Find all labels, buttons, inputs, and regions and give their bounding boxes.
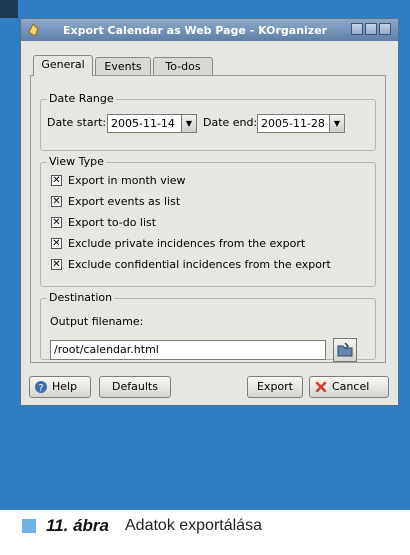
tab-events-label: Events xyxy=(104,60,142,73)
option-label: Exclude confidential incidences from the… xyxy=(68,258,331,271)
checkbox[interactable]: ✕ xyxy=(51,217,62,228)
option-label: Exclude private incidences from the expo… xyxy=(68,237,306,250)
defaults-label: Defaults xyxy=(112,380,158,393)
destination-legend: Destination xyxy=(47,291,115,304)
defaults-button[interactable]: Defaults xyxy=(99,376,171,398)
cancel-icon xyxy=(315,381,327,393)
maximize-icon[interactable] xyxy=(365,23,377,35)
date-range-group: Date Range Date start: 2005-11-14 ▼ Date… xyxy=(40,92,376,151)
window-title: Export Calendar as Web Page - KOrganizer xyxy=(63,24,328,37)
export-button[interactable]: Export xyxy=(247,376,303,398)
tab-general-label: General xyxy=(41,58,85,71)
korganizer-icon xyxy=(28,23,39,37)
output-filename-label: Output filename: xyxy=(50,315,144,328)
help-icon: ? xyxy=(35,381,47,394)
destination-group: Destination Output filename: /root/calen… xyxy=(40,291,376,362)
chevron-down-icon[interactable]: ▼ xyxy=(181,115,196,132)
view-type-group: View Type ✕ Export in month view ✕ Expor… xyxy=(40,155,376,287)
cancel-button[interactable]: Cancel xyxy=(309,376,389,398)
tab-todos[interactable]: To-dos xyxy=(153,57,213,75)
option-label: Export in month view xyxy=(68,174,186,187)
view-type-legend: View Type xyxy=(47,155,106,168)
output-filename-value: /root/calendar.html xyxy=(54,343,159,356)
option-label: Export to-do list xyxy=(68,216,157,229)
tab-todos-label: To-dos xyxy=(165,60,201,73)
folder-icon xyxy=(337,342,353,357)
caption-text: Adatok exportálása xyxy=(125,517,262,534)
checkbox[interactable]: ✕ xyxy=(51,238,62,249)
date-end-value: 2005-11-28 xyxy=(261,117,325,130)
svg-text:?: ? xyxy=(38,383,43,394)
export-label: Export xyxy=(256,380,293,393)
date-range-legend: Date Range xyxy=(47,92,116,105)
checkbox[interactable]: ✕ xyxy=(51,175,62,186)
help-button[interactable]: ? Help xyxy=(29,376,91,398)
option-label: Export events as list xyxy=(68,195,181,208)
output-filename-input[interactable]: /root/calendar.html xyxy=(50,340,326,360)
checkbox[interactable]: ✕ xyxy=(51,196,62,207)
general-panel: Date Range Date start: 2005-11-14 ▼ Date… xyxy=(30,75,386,363)
date-end-combo[interactable]: 2005-11-28 ▼ xyxy=(257,114,345,133)
export-dialog: Export Calendar as Web Page - KOrganizer… xyxy=(20,18,399,406)
caption-number: 11. ábra xyxy=(46,516,110,535)
corner-mark xyxy=(0,0,18,18)
date-start-combo[interactable]: 2005-11-14 ▼ xyxy=(107,114,197,133)
browse-button[interactable] xyxy=(333,338,357,362)
cancel-label: Cancel xyxy=(332,380,370,393)
help-label: Help xyxy=(52,380,78,393)
checkbox[interactable]: ✕ xyxy=(51,259,62,270)
minimize-icon[interactable] xyxy=(351,23,363,35)
close-icon[interactable] xyxy=(379,23,391,35)
date-end-label: Date end: xyxy=(203,116,258,129)
date-start-value: 2005-11-14 xyxy=(111,117,175,130)
chevron-down-icon[interactable]: ▼ xyxy=(329,115,344,132)
date-start-label: Date start: xyxy=(47,116,107,129)
title-bar[interactable]: Export Calendar as Web Page - KOrganizer xyxy=(21,19,398,41)
caption-square xyxy=(22,519,36,533)
tab-general[interactable]: General xyxy=(33,55,93,76)
tab-events[interactable]: Events xyxy=(95,57,151,75)
